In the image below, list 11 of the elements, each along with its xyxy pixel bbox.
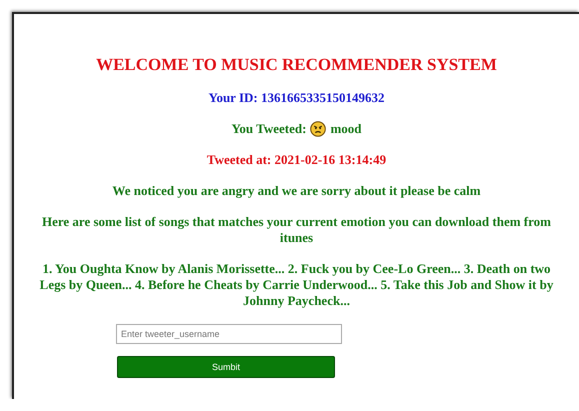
tweet-label: You Tweeted:	[231, 121, 306, 137]
tweet-text: mood	[330, 121, 362, 137]
username-field[interactable]: Enter tweeter_username	[116, 324, 342, 344]
user-id: Your ID: 1361665335150149632	[208, 90, 386, 106]
song-list: 1. You Oughta Know by Alanis Morissette... 2. Fuck you by Cee-Lo Green... 3. Death on two Legs by Queen... 4. Before he Cheats by Carrie Underwood... 5. Take this Job and Show it by Johnny Paycheck...	[34, 261, 559, 309]
songs-intro: Here are some list of songs that matches your current emotion you can download them from itunes	[40, 214, 552, 246]
submit-button[interactable]: Sumbit	[117, 356, 335, 378]
notice-message: We noticed you are angry and we are sorry about it please be calm	[111, 183, 482, 199]
angry-face-icon	[310, 121, 326, 137]
tweet-time: Tweeted at: 2021-02-16 13:14:49	[206, 152, 388, 168]
page-title: WELCOME TO MUSIC RECOMMENDER SYSTEM	[95, 54, 498, 76]
